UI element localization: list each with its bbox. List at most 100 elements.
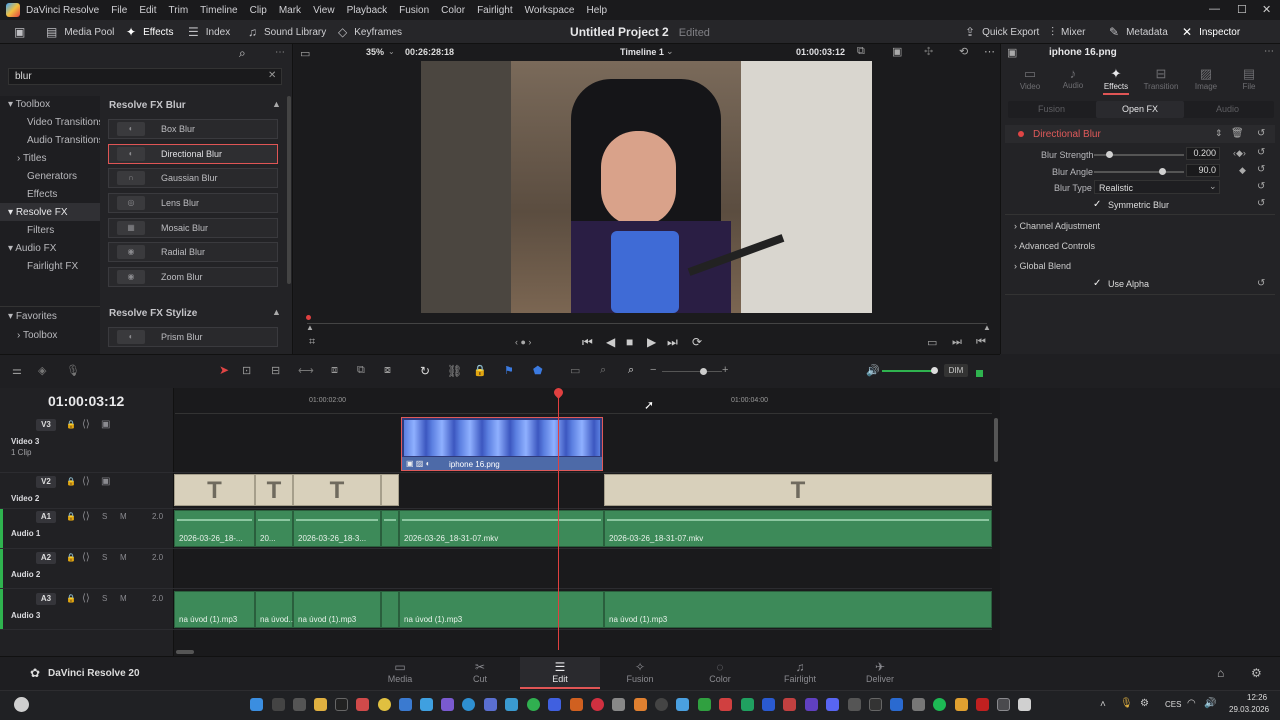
app-icon[interactable] bbox=[890, 698, 903, 711]
replace-clip-icon[interactable]: ⧇ bbox=[384, 364, 391, 377]
menu-view[interactable]: View bbox=[313, 5, 335, 16]
app-icon[interactable] bbox=[848, 698, 861, 711]
word-icon[interactable] bbox=[762, 698, 775, 711]
menu-playback[interactable]: Playback bbox=[347, 5, 388, 16]
reset-icon[interactable]: ↺ bbox=[1257, 128, 1265, 139]
blur-angle-value[interactable]: 90.0 bbox=[1186, 164, 1220, 177]
zoom-detail-icon[interactable]: ⌕ bbox=[600, 364, 606, 377]
delete-icon[interactable]: 🗑 bbox=[1231, 128, 1244, 139]
app-icon[interactable] bbox=[399, 698, 412, 711]
index-button[interactable]: ☰ Index bbox=[188, 20, 230, 44]
volume-slider[interactable] bbox=[882, 370, 934, 372]
group-resolve-fx-stylize[interactable]: Resolve FX Stylize bbox=[109, 308, 197, 319]
app-icon[interactable] bbox=[634, 698, 647, 711]
app-icon[interactable] bbox=[869, 698, 882, 711]
clock-time[interactable]: 12:26 bbox=[1247, 693, 1267, 702]
sync-icon[interactable]: ⟲ bbox=[959, 45, 968, 58]
metadata-button[interactable]: ✎ Metadata bbox=[1109, 20, 1168, 44]
blur-strength-value[interactable]: 0.200 bbox=[1186, 147, 1220, 160]
tree-favorites[interactable]: ▾ Favorites bbox=[8, 311, 57, 322]
reorder-icon[interactable]: ⇕ bbox=[1215, 128, 1223, 139]
timeline-hscroll[interactable] bbox=[176, 650, 194, 654]
app-icon[interactable] bbox=[484, 698, 497, 711]
crop-icon[interactable]: ⌗ bbox=[309, 336, 315, 349]
menu-timeline[interactable]: Timeline bbox=[200, 5, 237, 16]
fx-prism-blur[interactable]: ◐ Prism Blur bbox=[108, 327, 278, 347]
discord-icon[interactable] bbox=[826, 698, 839, 711]
subtab-fusion[interactable]: Fusion bbox=[1038, 104, 1065, 114]
volume-tray-icon[interactable]: 🔊 bbox=[1204, 698, 1216, 709]
section-advanced-controls[interactable]: › Advanced Controls bbox=[1014, 241, 1095, 251]
spotify-icon[interactable] bbox=[933, 698, 946, 711]
audio-clip[interactable]: na úvod (1).mp3 bbox=[604, 591, 992, 628]
tab-effects[interactable]: ✦ Effects bbox=[1096, 66, 1136, 95]
search-input[interactable]: blur bbox=[15, 71, 32, 82]
app-icon[interactable] bbox=[805, 698, 818, 711]
match-frame-icon[interactable]: ▭ bbox=[927, 336, 937, 349]
app-icon[interactable] bbox=[505, 698, 518, 711]
zoom-custom-icon[interactable]: ⌕ bbox=[628, 364, 634, 377]
audio-clip[interactable]: na úvod... bbox=[255, 591, 295, 628]
menu-clip[interactable]: Clip bbox=[250, 5, 267, 16]
app-icon[interactable] bbox=[356, 698, 369, 711]
audio-clip[interactable]: 2026-03-26_18-31-07.mkv bbox=[604, 510, 992, 547]
app-icon[interactable] bbox=[976, 698, 989, 711]
menu-fusion[interactable]: Fusion bbox=[399, 5, 429, 16]
track-a1-badge[interactable]: A1 bbox=[36, 511, 56, 523]
auto-select-icon[interactable]: ⟨⟩ bbox=[82, 476, 90, 487]
tree-filters[interactable]: Filters bbox=[27, 225, 54, 236]
subtab-open-fx[interactable]: Open FX bbox=[1122, 104, 1158, 114]
zoom-dropdown-icon[interactable]: ⌄ bbox=[388, 47, 395, 56]
search-taskbar-icon[interactable] bbox=[272, 698, 285, 711]
menu-trim[interactable]: Trim bbox=[169, 5, 189, 16]
trim-tool-icon[interactable]: ⊡ bbox=[242, 364, 251, 377]
track-a3-badge[interactable]: A3 bbox=[36, 593, 56, 605]
track-v3-badge[interactable]: V3 bbox=[36, 419, 56, 431]
link-icon[interactable]: ⛓ bbox=[447, 364, 462, 378]
timeline-ruler[interactable] bbox=[175, 390, 992, 414]
page-cut[interactable]: ✂ Cut bbox=[440, 660, 520, 684]
menu-color[interactable]: Color bbox=[441, 5, 465, 16]
app-icon[interactable] bbox=[783, 698, 796, 711]
tree-toolbox[interactable]: ▾ Toolbox bbox=[8, 99, 50, 110]
clip-iphone-16[interactable]: ▣ ▨ ◐ iphone 16.png bbox=[401, 417, 603, 471]
app-icon[interactable] bbox=[698, 698, 711, 711]
terminal-icon[interactable] bbox=[335, 698, 348, 711]
tree-effects[interactable]: Effects bbox=[27, 189, 57, 200]
timeline-vscroll[interactable] bbox=[994, 418, 998, 462]
blur-strength-knob[interactable] bbox=[1106, 151, 1113, 158]
lock-track-icon[interactable]: 🔒 bbox=[66, 553, 76, 562]
fx-directional-blur[interactable]: ◐ Directional Blur bbox=[108, 144, 278, 164]
overwrite-clip-icon[interactable]: ⧉ bbox=[357, 364, 365, 377]
lock-track-icon[interactable]: 🔒 bbox=[66, 420, 76, 429]
app-icon[interactable] bbox=[1018, 698, 1031, 711]
insert-clip-icon[interactable]: ⧈ bbox=[331, 364, 338, 377]
title-clip[interactable]: T bbox=[255, 474, 293, 506]
quick-export-button[interactable]: ⇪ Quick Export bbox=[965, 20, 1039, 44]
title-clip[interactable]: T bbox=[293, 474, 381, 506]
solo-button[interactable]: S bbox=[102, 553, 107, 562]
tab-image[interactable]: ▨ Image bbox=[1186, 66, 1226, 91]
volume-knob[interactable] bbox=[931, 367, 938, 374]
reset-icon[interactable]: ↺ bbox=[1257, 278, 1265, 289]
title-clip[interactable] bbox=[381, 474, 399, 506]
clock-date[interactable]: 29.03.2026 bbox=[1229, 705, 1269, 714]
app-icon[interactable] bbox=[676, 698, 689, 711]
tab-video[interactable]: ▭ Video bbox=[1010, 66, 1050, 91]
dim-button[interactable]: DIM bbox=[944, 364, 968, 377]
panel-toggle-icon[interactable]: ▣ bbox=[14, 20, 32, 44]
play-icon[interactable]: ▶ bbox=[647, 335, 656, 349]
search-icon[interactable]: ⌕ bbox=[239, 46, 246, 61]
chrome-icon[interactable] bbox=[378, 698, 391, 711]
mute-button[interactable]: M bbox=[120, 512, 127, 521]
audio-clip[interactable]: 2026-03-26_18-31-07.mkv bbox=[399, 510, 604, 547]
app-icon[interactable] bbox=[719, 698, 732, 711]
zoom-slider-knob[interactable] bbox=[700, 368, 707, 375]
reset-icon[interactable]: ↺ bbox=[1257, 164, 1265, 175]
audio-clip[interactable]: na úvod (1).mp3 bbox=[399, 591, 604, 628]
stop-icon[interactable]: ■ bbox=[626, 335, 633, 349]
reset-icon[interactable]: ↺ bbox=[1257, 181, 1265, 192]
track-enable-icon[interactable]: ▣ bbox=[101, 419, 110, 430]
play-reverse-icon[interactable]: ◀ bbox=[606, 335, 615, 349]
tree-titles[interactable]: › Titles bbox=[17, 153, 46, 164]
